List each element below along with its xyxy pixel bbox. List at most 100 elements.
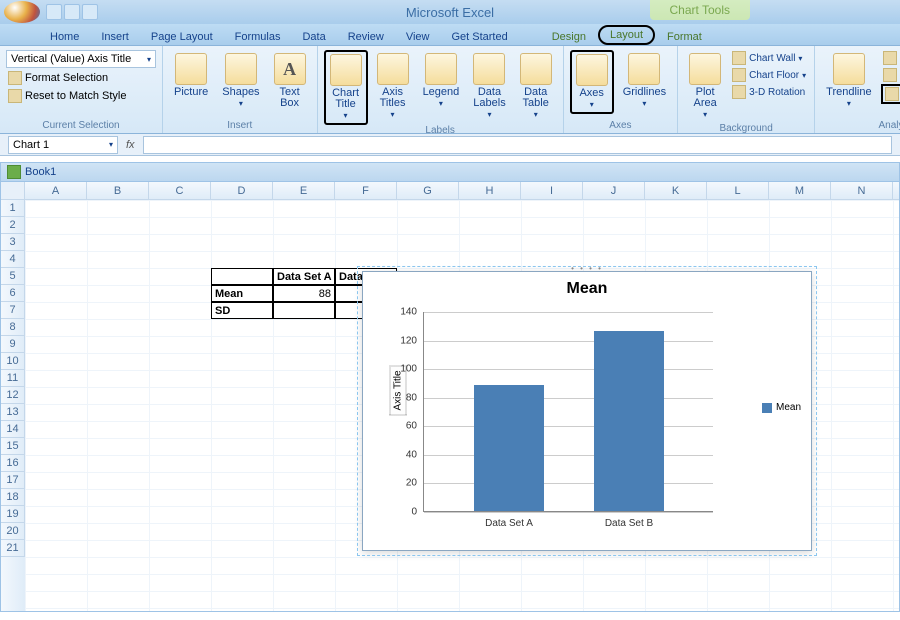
col-header-H[interactable]: H: [459, 182, 521, 199]
office-button[interactable]: [4, 1, 40, 23]
row-header-21[interactable]: 21: [1, 540, 25, 557]
undo-icon[interactable]: [64, 4, 80, 20]
cell-grid[interactable]: Data Set A Data Set B Mean 88 SD • • • •…: [25, 200, 899, 611]
col-header-C[interactable]: C: [149, 182, 211, 199]
tab-review[interactable]: Review: [338, 27, 394, 45]
tab-home[interactable]: Home: [40, 27, 89, 45]
bar-data-set-b[interactable]: [594, 331, 664, 511]
selection-dropdown[interactable]: Vertical (Value) Axis Title ▾: [6, 50, 156, 68]
col-header-G[interactable]: G: [397, 182, 459, 199]
shapes-button[interactable]: Shapes▾: [217, 50, 264, 112]
gridlines-button[interactable]: Gridlines▾: [618, 50, 671, 112]
chart-legend[interactable]: Mean: [762, 402, 801, 413]
legend-text: Mean: [776, 402, 801, 413]
error-bars-button[interactable]: Error Bars▾: [881, 84, 900, 104]
col-header-B[interactable]: B: [87, 182, 149, 199]
col-header-F[interactable]: F: [335, 182, 397, 199]
tab-design[interactable]: Design: [542, 27, 596, 45]
select-all-corner[interactable]: [1, 182, 25, 200]
col-header-M[interactable]: M: [769, 182, 831, 199]
row-header-16[interactable]: 16: [1, 455, 25, 472]
row-header-9[interactable]: 9: [1, 336, 25, 353]
col-header-N[interactable]: N: [831, 182, 893, 199]
data-labels-button[interactable]: Data Labels▾: [468, 50, 510, 123]
format-selection-button[interactable]: Format Selection: [6, 70, 110, 86]
row-header-3[interactable]: 3: [1, 234, 25, 251]
up-down-bars-button[interactable]: Up/Down Bars▾: [881, 67, 900, 83]
tab-data[interactable]: Data: [292, 27, 335, 45]
name-box[interactable]: Chart 1 ▾: [8, 136, 118, 154]
row-header-5[interactable]: 5: [1, 268, 25, 285]
tab-insert[interactable]: Insert: [91, 27, 139, 45]
chart-title[interactable]: Mean: [363, 272, 811, 302]
chart-floor-button[interactable]: Chart Floor▾: [730, 67, 808, 83]
tab-get-started[interactable]: Get Started: [441, 27, 517, 45]
bar-data-set-a[interactable]: [474, 385, 544, 511]
redo-icon[interactable]: [82, 4, 98, 20]
tab-page-layout[interactable]: Page Layout: [141, 27, 223, 45]
col-header-L[interactable]: L: [707, 182, 769, 199]
data-table-button[interactable]: Data Table▾: [515, 50, 557, 123]
row-header-17[interactable]: 17: [1, 472, 25, 489]
plot-area-button[interactable]: Plot Area▾: [684, 50, 726, 123]
row-header-2[interactable]: 2: [1, 217, 25, 234]
data-labels-label: Data Labels: [473, 87, 505, 109]
tab-layout[interactable]: Layout: [598, 25, 655, 45]
axes-button[interactable]: Axes▾: [570, 50, 614, 114]
y-tick: 20: [387, 478, 417, 489]
row-header-14[interactable]: 14: [1, 421, 25, 438]
chart-title-button[interactable]: Chart Title▾: [324, 50, 368, 125]
row-header-6[interactable]: 6: [1, 285, 25, 302]
formula-input[interactable]: [143, 136, 892, 154]
cell-E5[interactable]: Data Set A: [273, 268, 335, 285]
chart-wall-button[interactable]: Chart Wall▾: [730, 50, 808, 66]
col-header-E[interactable]: E: [273, 182, 335, 199]
row-header-8[interactable]: 8: [1, 319, 25, 336]
trendline-icon: [833, 53, 865, 85]
plot-area[interactable]: Data Set AData Set B: [423, 312, 713, 512]
trendline-button[interactable]: Trendline▾: [821, 50, 876, 112]
cell-D7[interactable]: SD: [211, 302, 273, 319]
reset-to-match-style-button[interactable]: Reset to Match Style: [6, 88, 129, 104]
cell-D6[interactable]: Mean: [211, 285, 273, 302]
row-header-19[interactable]: 19: [1, 506, 25, 523]
row-header-11[interactable]: 11: [1, 370, 25, 387]
chart-floor-label: Chart Floor: [749, 70, 799, 81]
chart-drag-handle[interactable]: • • • •: [571, 264, 603, 273]
col-header-J[interactable]: J: [583, 182, 645, 199]
chart-wall-label: Chart Wall: [749, 53, 795, 64]
row-header-18[interactable]: 18: [1, 489, 25, 506]
row-header-4[interactable]: 4: [1, 251, 25, 268]
tab-view[interactable]: View: [396, 27, 440, 45]
row-header-10[interactable]: 10: [1, 353, 25, 370]
row-header-15[interactable]: 15: [1, 438, 25, 455]
data-labels-icon: [473, 53, 505, 85]
worksheet[interactable]: ABCDEFGHIJKLMN 1234567891011121314151617…: [0, 182, 900, 612]
row-header-1[interactable]: 1: [1, 200, 25, 217]
row-header-13[interactable]: 13: [1, 404, 25, 421]
legend-button[interactable]: Legend▾: [418, 50, 465, 112]
col-header-A[interactable]: A: [25, 182, 87, 199]
shapes-icon: [225, 53, 257, 85]
tab-formulas[interactable]: Formulas: [225, 27, 291, 45]
cell-D5[interactable]: [211, 268, 273, 285]
row-header-7[interactable]: 7: [1, 302, 25, 319]
col-header-D[interactable]: D: [211, 182, 273, 199]
col-header-K[interactable]: K: [645, 182, 707, 199]
fx-icon[interactable]: fx: [126, 139, 135, 151]
rotation-button[interactable]: 3-D Rotation: [730, 84, 808, 100]
picture-button[interactable]: Picture: [169, 50, 213, 101]
workbook-titlebar[interactable]: Book1: [0, 162, 900, 182]
col-header-I[interactable]: I: [521, 182, 583, 199]
axis-titles-button[interactable]: Axis Titles▾: [372, 50, 414, 123]
save-icon[interactable]: [46, 4, 62, 20]
row-header-12[interactable]: 12: [1, 387, 25, 404]
lines-button[interactable]: Lines▾: [881, 50, 900, 66]
cell-E6[interactable]: 88: [273, 285, 335, 302]
chart-title-label: Chart Title: [332, 88, 359, 110]
cell-E7[interactable]: [273, 302, 335, 319]
embedded-chart[interactable]: • • • • Mean Axis Title Data Set AData S…: [362, 271, 812, 551]
row-header-20[interactable]: 20: [1, 523, 25, 540]
text-box-button[interactable]: A Text Box: [269, 50, 311, 112]
tab-format[interactable]: Format: [657, 27, 712, 45]
